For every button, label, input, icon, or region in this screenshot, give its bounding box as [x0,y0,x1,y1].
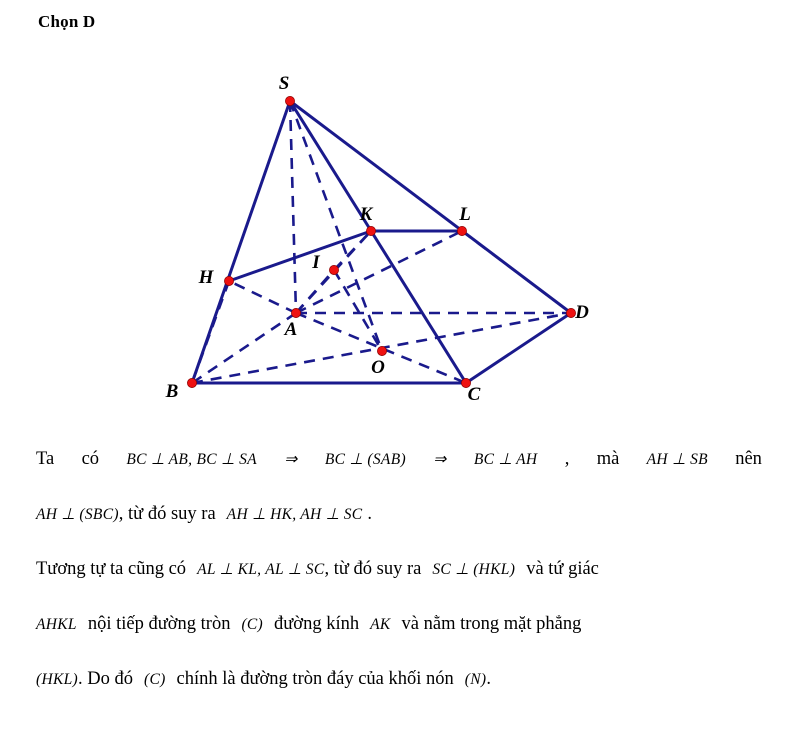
proof-l5-expr3: (N) [464,671,487,688]
vertex-label-H: H [198,267,215,288]
proof-l4-end: và nằm trong mặt phẳng [401,614,582,634]
vertex-label-S: S [279,73,290,94]
edge-SA [288,100,298,314]
proof-l4-expr1: AHKL [36,616,77,633]
vertex-dot-O [377,346,387,356]
proof-l1-expr4: AH ⊥ SB [646,451,708,468]
solid-edge-group [190,99,572,385]
vertex-dot-H [224,276,234,286]
dashed-edge-group [190,100,572,385]
edge-AB [191,311,297,385]
vertex-dot-B [187,378,197,388]
proof-l1-comma: , [564,449,570,469]
proof-l1-nen: nên [735,449,762,469]
proof-l1-lead: Ta [36,449,55,469]
vertex-dot-group [187,96,576,388]
vertex-dot-A [291,308,301,318]
vertex-dot-I [329,265,339,275]
solution-text-block: Ta có BC ⊥ AB, BC ⊥ SA ⇒ BC ⊥ (SAB) ⇒ BC… [36,432,762,707]
proof-l1-expr3: BC ⊥ AH [473,451,538,468]
proof-l5-end: . [486,669,491,689]
proof-l5-expr1: (HKL) [36,671,78,688]
vertex-dot-K [366,226,376,236]
proof-l3-lead: Tương tự ta cũng có [36,559,187,579]
proof-l5-mid1: . Do đó [77,669,133,689]
proof-l2-expr2: AH ⊥ HK, AH ⊥ SC [226,506,363,523]
proof-line-3: Tương tự ta cũng có AL ⊥ KL, AL ⊥ SC , t… [36,542,762,597]
proof-l4-mid2: đường kính [274,614,360,634]
proof-l3-expr2: SC ⊥ (HKL) [432,561,516,578]
vertex-label-D: D [574,302,589,323]
proof-l5-mid2: chính là đường tròn đáy của khối nón [176,669,454,689]
proof-l5-expr2: (C) [143,671,166,688]
proof-line-5: (HKL) . Do đó (C) chính là đường tròn đá… [36,652,762,707]
vertex-label-O: O [371,357,385,378]
answer-choice-heading: Chọn D [38,12,96,31]
proof-l1-ma: mà [596,449,620,469]
proof-l1-expr1: BC ⊥ AB, BC ⊥ SA [126,451,257,468]
vertex-dot-L [457,226,467,236]
vertex-label-B: B [165,381,179,402]
proof-l2-expr1: AH ⊥ (SBC) [36,506,119,523]
proof-l4-mid1: nội tiếp đường tròn [87,614,231,634]
edge-AH [228,279,297,315]
vertex-label-A: A [284,319,298,340]
vertex-label-C: C [468,384,481,405]
vertex-label-L: L [458,204,471,225]
vertex-label-K: K [359,204,374,225]
proof-l4-expr2: (C) [241,616,264,633]
proof-l1-imply1: ⇒ [284,451,298,468]
proof-l3-mid: , từ đó suy ra [324,559,422,579]
edge-SB [190,100,292,384]
vertex-label-I: I [311,252,320,273]
pyramid-diagram: S B C D A H K L I O [165,73,589,405]
proof-line-1: Ta có BC ⊥ AB, BC ⊥ SA ⇒ BC ⊥ (SAB) ⇒ BC… [36,432,762,487]
proof-l3-end: và tứ giác [526,559,599,579]
proof-l2-mid: , từ đó suy ra [118,504,216,524]
proof-l1-imply2: ⇒ [433,451,447,468]
proof-line-2: AH ⊥ (SBC) , từ đó suy ra AH ⊥ HK, AH ⊥ … [36,487,762,542]
geometry-figure-container: S B C D A H K L I O [0,55,794,425]
proof-l1-expr2: BC ⊥ (SAB) [324,451,406,468]
edge-AI [295,269,335,314]
proof-l3-expr1: AL ⊥ KL, AL ⊥ SC [197,561,325,578]
vertex-dot-S [285,96,295,106]
edge-SD [289,99,572,315]
proof-l1-co: có [81,449,100,469]
proof-l4-expr3: AK [370,616,391,633]
proof-line-4: AHKL nội tiếp đường tròn (C) đường kính … [36,597,762,652]
proof-l2-end: . [367,504,373,524]
